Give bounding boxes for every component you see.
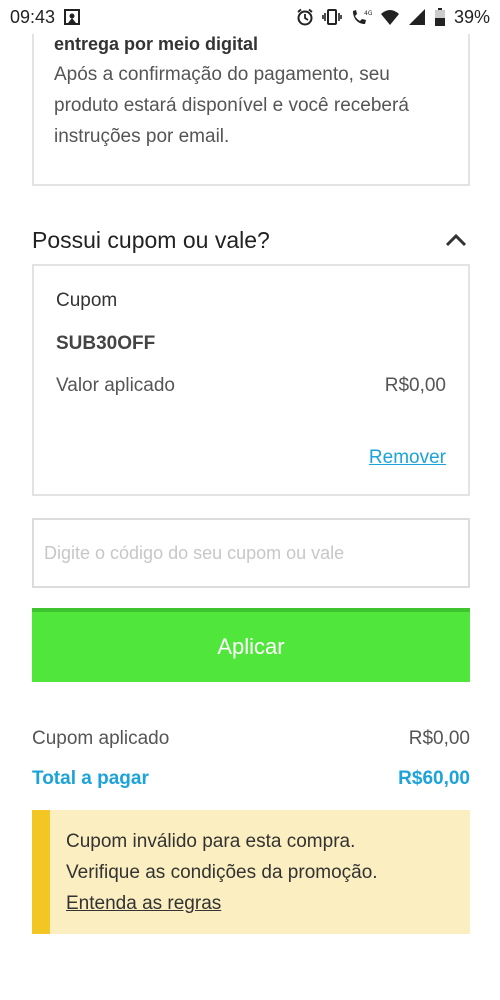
signal-icon xyxy=(408,8,426,26)
applied-value-amount: R$0,00 xyxy=(384,375,446,396)
status-bar: 09:43 4G 39% xyxy=(0,0,500,34)
coupon-label: Cupom xyxy=(56,290,118,311)
total-value: R$60,00 xyxy=(398,768,470,789)
status-right: 4G 39% xyxy=(296,7,490,28)
wifi-icon xyxy=(380,8,400,26)
delivery-info-card: entrega por meio digital Após a confirma… xyxy=(32,20,470,186)
alert-line-2: Verifique as condições da promoção. xyxy=(66,862,378,883)
coupon-code: SUB30OFF xyxy=(56,333,156,354)
applied-coupon-card: Cupom SUB30OFF Valor aplicado R$0,00 Rem… xyxy=(32,264,470,496)
apply-coupon-button[interactable]: Aplicar xyxy=(32,608,470,682)
call-icon: 4G xyxy=(350,8,372,26)
battery-level: 39% xyxy=(453,6,490,27)
applied-value-label: Valor aplicado xyxy=(56,375,176,396)
total-row: Total a pagar R$60,00 xyxy=(32,768,470,790)
coupon-code-input[interactable] xyxy=(32,518,470,588)
network-badge: 4G xyxy=(364,10,372,17)
delivery-text: Após a confirmação do pagamento, seu pro… xyxy=(54,64,409,147)
coupon-section-title: Possui cupom ou vale? xyxy=(32,226,270,253)
alarm-icon xyxy=(296,8,314,26)
invalid-coupon-alert: Cupom inválido para esta compra. Verifiq… xyxy=(32,810,470,934)
chevron-up-icon[interactable] xyxy=(442,226,470,254)
rules-link[interactable]: Entenda as regras xyxy=(66,893,221,914)
coupon-applied-value: R$0,00 xyxy=(408,728,470,749)
total-label: Total a pagar xyxy=(32,768,149,789)
remove-coupon-link[interactable]: Remover xyxy=(369,447,446,469)
coupon-applied-row: Cupom aplicado R$0,00 xyxy=(32,728,470,750)
status-time: 09:43 xyxy=(10,6,56,27)
battery-icon xyxy=(434,8,446,26)
applied-value-row: Valor aplicado R$0,00 xyxy=(56,375,446,397)
vibrate-icon xyxy=(322,8,342,26)
alert-line-1: Cupom inválido para esta compra. xyxy=(66,831,356,852)
delivery-title: entrega por meio digital xyxy=(54,34,259,54)
notification-icon xyxy=(63,8,81,26)
coupon-applied-label: Cupom aplicado xyxy=(32,728,170,749)
coupon-section-header[interactable]: Possui cupom ou vale? xyxy=(32,222,470,258)
status-left: 09:43 xyxy=(10,7,81,28)
